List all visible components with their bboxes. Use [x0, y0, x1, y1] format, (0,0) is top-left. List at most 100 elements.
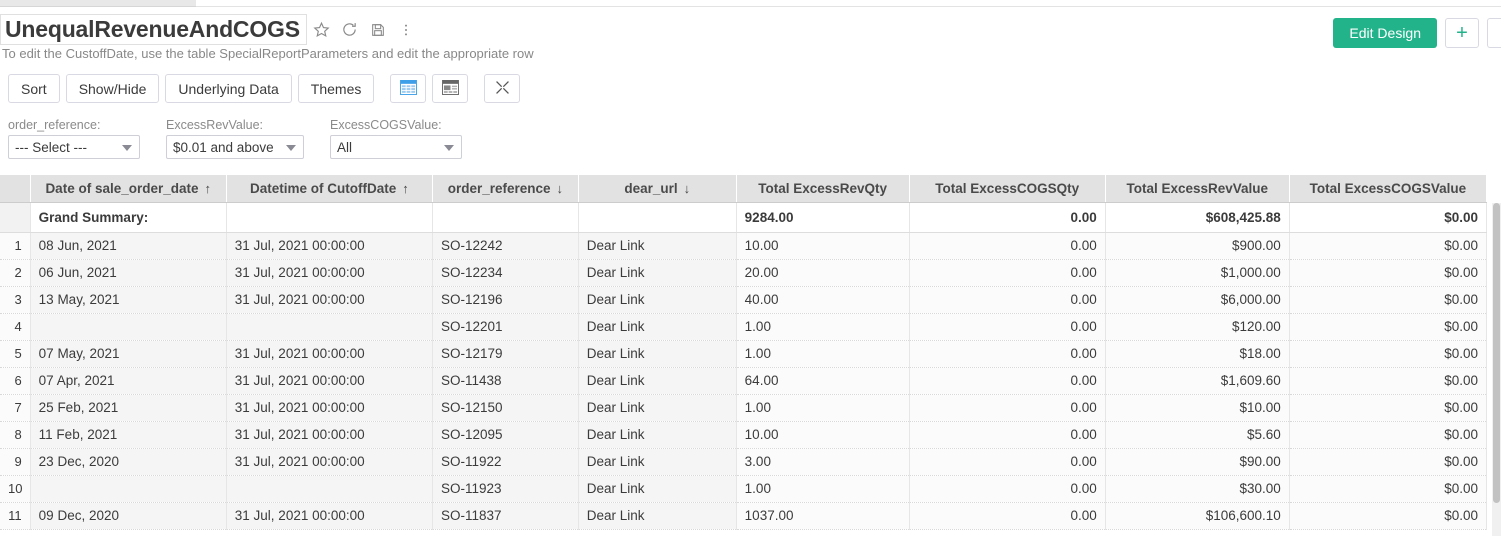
- show-hide-button[interactable]: Show/Hide: [65, 74, 160, 103]
- grand-summary-excess-cogs-value: $0.00: [1289, 202, 1488, 233]
- filter-excess-rev-value-select[interactable]: $0.01 and above: [166, 135, 304, 159]
- cell-dear-url[interactable]: Dear Link: [578, 421, 737, 449]
- cell-excess-rev-value: $6,000.00: [1105, 286, 1290, 314]
- column-header-total-excess-cogs-qty[interactable]: Total ExcessCOGSQty: [909, 175, 1106, 203]
- cell-excess-rev-value: $120.00: [1105, 313, 1290, 341]
- themes-button[interactable]: Themes: [297, 74, 375, 103]
- cell-excess-cogs-qty: 0.00: [909, 394, 1106, 422]
- table-row[interactable]: 7 25 Feb, 2021 31 Jul, 2021 00:00:00 SO-121…: [0, 394, 1488, 422]
- collapse-button[interactable]: [484, 74, 521, 103]
- cell-excess-rev-value: $106,600.10: [1105, 502, 1290, 530]
- cell-excess-rev-value: $1,000.00: [1105, 259, 1290, 287]
- summary-view-button[interactable]: [432, 74, 469, 103]
- underlying-data-button[interactable]: Underlying Data: [165, 74, 292, 103]
- cell-dear-url[interactable]: Dear Link: [578, 367, 737, 395]
- cell-order-reference: SO-11438: [432, 367, 579, 395]
- row-number: 8: [0, 421, 31, 449]
- column-label: Total ExcessCOGSQty: [935, 180, 1080, 196]
- cell-dear-url[interactable]: Dear Link: [578, 475, 737, 503]
- cell-dear-url[interactable]: Dear Link: [578, 313, 737, 341]
- add-button[interactable]: +: [1445, 18, 1479, 48]
- cell-dear-url[interactable]: Dear Link: [578, 394, 737, 422]
- row-number-header: [0, 175, 31, 203]
- cell-order-reference: SO-11923: [432, 475, 579, 503]
- row-number: 4: [0, 313, 31, 341]
- table-row[interactable]: 2 06 Jun, 2021 31 Jul, 2021 00:00:00 SO-122…: [0, 259, 1488, 287]
- table-row[interactable]: 4 SO-12201 Dear Link 1.00 0.00 $120.00 $0.00: [0, 313, 1488, 341]
- row-number: 6: [0, 367, 31, 395]
- filter-excess-rev-value-label: ExcessRevValue:: [166, 118, 264, 132]
- sort-button[interactable]: Sort: [8, 74, 60, 103]
- header-row: Date of sale_order_date ↑ Datetime of Cu…: [0, 175, 1488, 203]
- cell-sale-order-date: 07 Apr, 2021: [30, 367, 227, 395]
- column-header-dear-url[interactable]: dear_url ↓: [578, 175, 737, 203]
- cell-excess-cogs-value: $0.00: [1289, 448, 1488, 476]
- cell-sale-order-date: 11 Feb, 2021: [30, 421, 227, 449]
- cell-excess-cogs-value: $0.00: [1289, 502, 1488, 530]
- cell-dear-url[interactable]: Dear Link: [578, 448, 737, 476]
- row-number: 7: [0, 394, 31, 422]
- table-row[interactable]: 3 13 May, 2021 31 Jul, 2021 00:00:00 SO-121…: [0, 286, 1488, 314]
- grand-summary-excess-cogs-qty: 0.00: [909, 202, 1106, 233]
- cell-sale-order-date: 13 May, 2021: [30, 286, 227, 314]
- column-header-order-reference[interactable]: order_reference ↓: [432, 175, 579, 203]
- table-row[interactable]: 9 23 Dec, 2020 31 Jul, 2021 00:00:00 SO-119…: [0, 448, 1488, 476]
- cell-dear-url[interactable]: Dear Link: [578, 340, 737, 368]
- column-label: order_reference: [447, 180, 551, 196]
- cell-excess-cogs-qty: 0.00: [909, 286, 1106, 314]
- filter-order-reference-select[interactable]: --- Select ---: [8, 135, 140, 159]
- row-number: 11: [0, 502, 31, 530]
- cell-dear-url[interactable]: Dear Link: [578, 502, 737, 530]
- table-row[interactable]: 11 09 Dec, 2020 31 Jul, 2021 00:00:00 SO-11…: [0, 502, 1488, 530]
- filter-excess-cogs-value-select[interactable]: All: [330, 135, 462, 159]
- column-header-total-excess-rev-qty[interactable]: Total ExcessRevQty: [736, 175, 910, 203]
- cell-order-reference: SO-11922: [432, 448, 579, 476]
- chevron-down-icon: [444, 145, 454, 151]
- cell-sale-order-date: 08 Jun, 2021: [30, 232, 227, 260]
- browser-tab-stub: [0, 0, 196, 7]
- overflow-panel-edge[interactable]: [1487, 18, 1501, 48]
- cell-sale-order-date: 09 Dec, 2020: [30, 502, 227, 530]
- cell-excess-cogs-value: $0.00: [1289, 421, 1488, 449]
- vertical-scrollbar-thumb[interactable]: [1493, 203, 1500, 503]
- more-vertical-icon[interactable]: [393, 17, 419, 43]
- column-header-cutoff-date[interactable]: Datetime of CutoffDate ↑: [226, 175, 433, 203]
- table-row[interactable]: 1 08 Jun, 2021 31 Jul, 2021 00:00:00 SO-122…: [0, 232, 1488, 260]
- table-row[interactable]: 10 SO-11923 Dear Link 1.00 0.00 $30.00 $0.00: [0, 475, 1488, 503]
- column-header-total-excess-cogs-value[interactable]: Total ExcessCOGSValue: [1289, 175, 1488, 203]
- cell-sale-order-date: [30, 313, 227, 341]
- save-icon[interactable]: [365, 17, 391, 43]
- vertical-scrollbar[interactable]: [1492, 203, 1501, 536]
- cell-excess-cogs-value: $0.00: [1289, 313, 1488, 341]
- cell-excess-rev-qty: 1.00: [736, 313, 910, 341]
- column-header-sale-order-date[interactable]: Date of sale_order_date ↑: [30, 175, 227, 203]
- edit-design-button[interactable]: Edit Design: [1333, 18, 1437, 48]
- grand-summary-excess-rev-value: $608,425.88: [1105, 202, 1290, 233]
- grand-summary-blank-cutoff: [226, 202, 433, 233]
- grid-view-button[interactable]: [390, 74, 427, 103]
- cell-order-reference: SO-12179: [432, 340, 579, 368]
- column-label: dear_url: [624, 180, 678, 196]
- table-head: Date of sale_order_date ↑ Datetime of Cu…: [0, 175, 1488, 203]
- report-table-area[interactable]: Date of sale_order_date ↑ Datetime of Cu…: [0, 175, 1501, 536]
- page-title[interactable]: UnequalRevenueAndCOGS: [0, 14, 307, 45]
- table-row[interactable]: 8 11 Feb, 2021 31 Jul, 2021 00:00:00 SO-120…: [0, 421, 1488, 449]
- cell-excess-rev-value: $30.00: [1105, 475, 1290, 503]
- cell-sale-order-date: 25 Feb, 2021: [30, 394, 227, 422]
- grand-summary-label: Grand Summary:: [30, 202, 227, 233]
- cell-excess-cogs-value: $0.00: [1289, 394, 1488, 422]
- cell-sale-order-date: 23 Dec, 2020: [30, 448, 227, 476]
- cell-excess-cogs-qty: 0.00: [909, 232, 1106, 260]
- row-number: 5: [0, 340, 31, 368]
- table-row[interactable]: 6 07 Apr, 2021 31 Jul, 2021 00:00:00 SO-114…: [0, 367, 1488, 395]
- column-header-total-excess-rev-value[interactable]: Total ExcessRevValue: [1105, 175, 1290, 203]
- table-row[interactable]: 5 07 May, 2021 31 Jul, 2021 00:00:00 SO-121…: [0, 340, 1488, 368]
- star-icon[interactable]: [309, 17, 335, 43]
- cell-excess-rev-qty: 10.00: [736, 232, 910, 260]
- cell-dear-url[interactable]: Dear Link: [578, 286, 737, 314]
- browser-tabbar-remainder: [196, 0, 1501, 7]
- cell-dear-url[interactable]: Dear Link: [578, 259, 737, 287]
- refresh-icon[interactable]: [337, 17, 363, 43]
- cell-sale-order-date: 07 May, 2021: [30, 340, 227, 368]
- cell-dear-url[interactable]: Dear Link: [578, 232, 737, 260]
